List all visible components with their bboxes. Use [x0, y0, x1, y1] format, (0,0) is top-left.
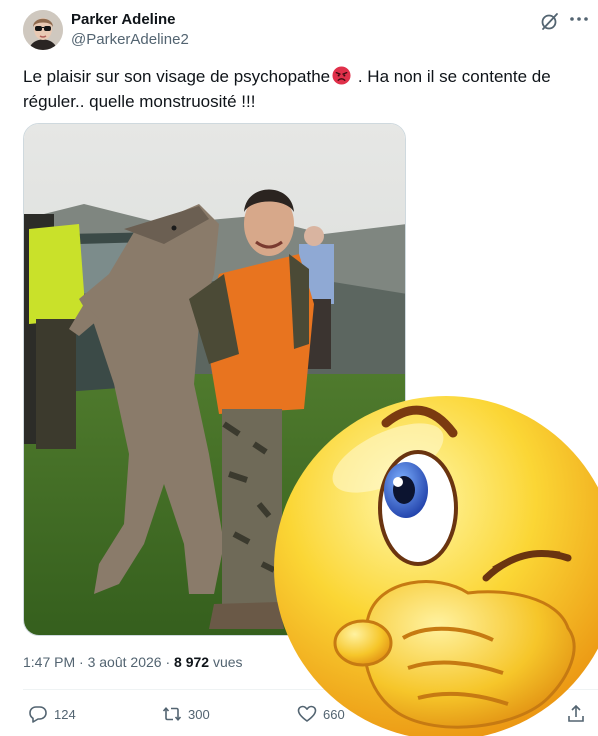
author-handle[interactable]: @ParkerAdeline2 [71, 31, 189, 48]
thinking-winking-emoji [268, 378, 598, 736]
views-count: 8 972 [174, 654, 210, 670]
retweet-button[interactable]: 300 [162, 703, 210, 725]
tweet-date[interactable]: 3 août 2026 [88, 654, 162, 670]
tweet-text: Le plaisir sur son visage de psychopathe… [23, 64, 583, 114]
reply-icon [29, 706, 47, 723]
tweet-text-part: Le plaisir sur son visage de psychopathe [23, 67, 331, 86]
meta-separator: · [75, 654, 88, 670]
author-name[interactable]: Parker Adeline [71, 11, 176, 28]
tweet: Parker Adeline @ParkerAdeline2 Le plaisi… [0, 0, 598, 736]
tweet-meta: 1:47 PM · 3 août 2026 · 8 972 vues [23, 654, 243, 670]
meta-separator: · [161, 654, 175, 670]
tweet-time[interactable]: 1:47 PM [23, 654, 75, 670]
avatar[interactable] [23, 10, 63, 50]
more-icon[interactable] [568, 9, 590, 29]
retweet-icon [162, 706, 182, 722]
retweet-count: 300 [188, 706, 210, 722]
grok-icon[interactable] [540, 11, 560, 31]
angry-face-emoji [332, 66, 351, 85]
reply-button[interactable]: 124 [28, 703, 76, 725]
reply-count: 124 [54, 706, 76, 722]
views-label: vues [209, 654, 243, 670]
